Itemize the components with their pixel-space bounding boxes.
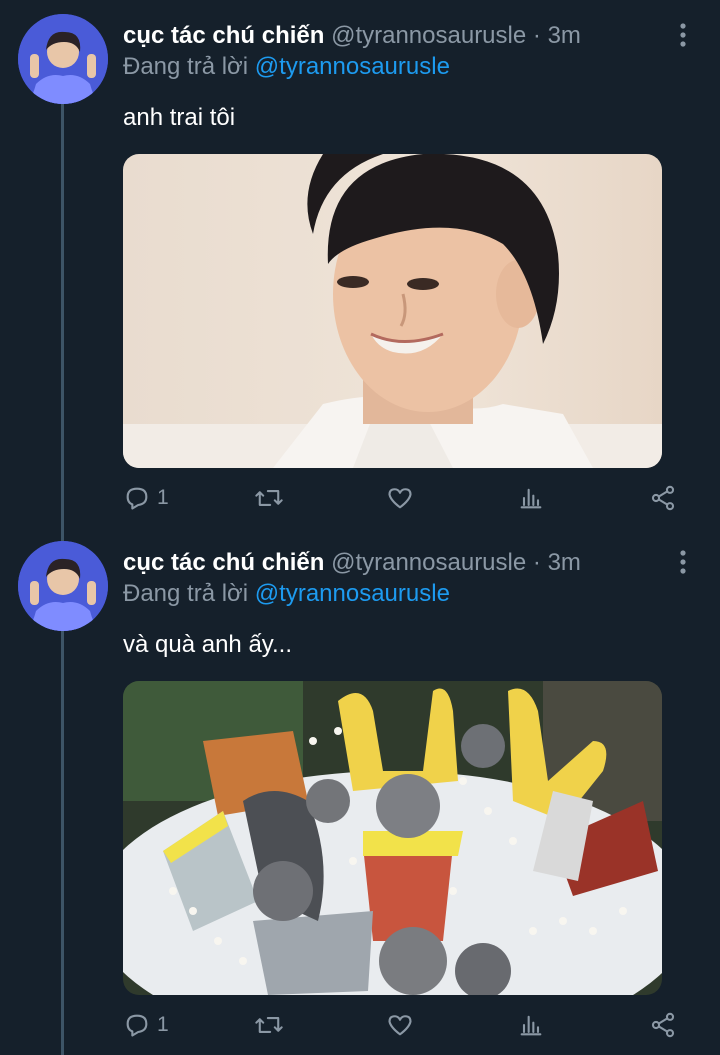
reply-icon: [123, 1011, 151, 1039]
tweet-image[interactable]: [123, 681, 662, 995]
reply-icon: [123, 484, 151, 512]
reply-button[interactable]: 1: [123, 481, 169, 515]
timestamp[interactable]: 3m: [548, 549, 581, 576]
replying-to: Đang trả lời @tyrannosaurusle: [123, 53, 450, 81]
replying-mention-link[interactable]: @tyrannosaurusle: [255, 53, 450, 80]
tweet-header: cục tác chú chiến @tyrannosaurusle · 3m: [123, 549, 581, 577]
reply-count: 1: [157, 1013, 169, 1036]
author-handle[interactable]: @tyrannosaurusle: [331, 549, 526, 576]
analytics-icon: [517, 484, 545, 512]
like-icon: [386, 1011, 414, 1039]
tweet-image[interactable]: [123, 154, 662, 468]
share-icon: [649, 484, 677, 512]
reply-button[interactable]: 1: [123, 1008, 169, 1042]
separator-dot: ·: [532, 549, 541, 576]
more-vertical-icon[interactable]: [676, 22, 690, 48]
avatar[interactable]: [18, 541, 108, 631]
tweet-text: và quà anh ấy...: [123, 631, 293, 658]
tweet-text: anh trai tôi: [123, 104, 236, 131]
like-button[interactable]: [386, 481, 414, 515]
separator-dot: ·: [532, 22, 541, 49]
tweet-actions: 1: [123, 481, 683, 515]
tweet-2[interactable]: cục tác chú chiến @tyrannosaurusle · 3m …: [0, 527, 720, 1055]
author-name[interactable]: cục tác chú chiến: [123, 22, 324, 49]
analytics-button[interactable]: [517, 481, 545, 515]
author-handle[interactable]: @tyrannosaurusle: [331, 22, 526, 49]
tweet-actions: 1: [123, 1008, 683, 1042]
replying-prefix: Đang trả lời: [123, 53, 249, 80]
replying-prefix: Đang trả lời: [123, 580, 249, 607]
share-button[interactable]: [649, 1008, 677, 1042]
tweet-header: cục tác chú chiến @tyrannosaurusle · 3m: [123, 22, 581, 50]
tweet-1[interactable]: cục tác chú chiến @tyrannosaurusle · 3m …: [0, 0, 720, 527]
like-button[interactable]: [386, 1008, 414, 1042]
replying-mention-link[interactable]: @tyrannosaurusle: [255, 580, 450, 607]
timestamp[interactable]: 3m: [548, 22, 581, 49]
share-button[interactable]: [649, 481, 677, 515]
author-name[interactable]: cục tác chú chiến: [123, 549, 324, 576]
retweet-icon: [254, 1011, 284, 1039]
retweet-icon: [254, 484, 284, 512]
like-icon: [386, 484, 414, 512]
retweet-button[interactable]: [254, 1008, 284, 1042]
retweet-button[interactable]: [254, 481, 284, 515]
avatar[interactable]: [18, 14, 108, 104]
more-vertical-icon[interactable]: [676, 549, 690, 575]
analytics-icon: [517, 1011, 545, 1039]
reply-count: 1: [157, 486, 169, 509]
replying-to: Đang trả lời @tyrannosaurusle: [123, 580, 450, 608]
analytics-button[interactable]: [517, 1008, 545, 1042]
share-icon: [649, 1011, 677, 1039]
